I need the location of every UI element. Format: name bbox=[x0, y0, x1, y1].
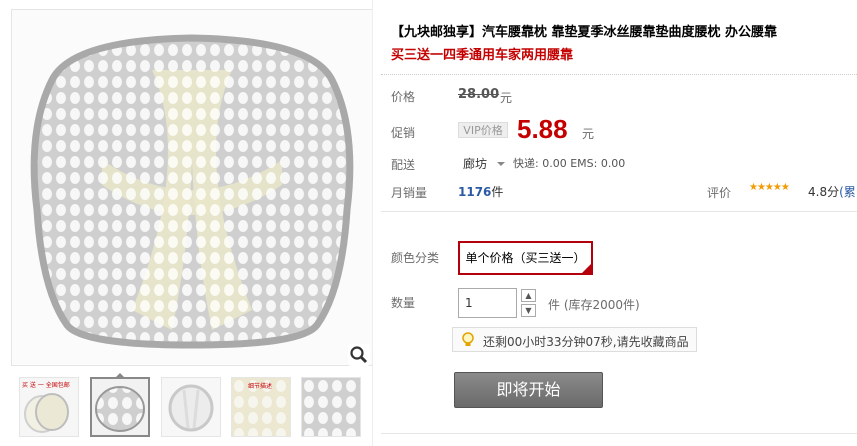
original-price-unit: 元 bbox=[500, 91, 513, 105]
thumbnail-4[interactable]: 细节描述 bbox=[231, 377, 291, 437]
stock-info: 件 (库存2000件) bbox=[548, 298, 640, 312]
delivery-label: 配送 bbox=[391, 158, 416, 172]
promo-price: 5.88 bbox=[517, 114, 568, 144]
rating-score: 4.8分(累 bbox=[808, 183, 856, 200]
lightbulb-icon bbox=[462, 332, 474, 346]
monthly-sales-unit: 件 bbox=[491, 185, 504, 199]
shipping-fees: 快递: 0.00 EMS: 0.00 bbox=[513, 157, 626, 170]
delivery-location-select[interactable]: 廊坊 bbox=[463, 155, 511, 172]
quantity-label: 数量 bbox=[391, 296, 416, 310]
countdown-tip: 还剩00小时33分钟07秒,请先收藏商品 bbox=[452, 327, 697, 352]
selected-check-icon bbox=[582, 264, 591, 273]
monthly-sales-label: 月销量 bbox=[391, 186, 428, 200]
main-product-image[interactable] bbox=[11, 9, 373, 366]
thumbnail-watermark: 细节描述 bbox=[248, 382, 272, 390]
bottom-divider bbox=[381, 433, 857, 434]
title-divider bbox=[381, 74, 857, 75]
color-category-label: 颜色分类 bbox=[391, 251, 440, 265]
product-subtitle: 买三送一四季通用车家两用腰靠 bbox=[391, 48, 574, 63]
thumbnail-2[interactable] bbox=[90, 377, 150, 437]
rating-stars: ★★★★★ bbox=[749, 182, 790, 193]
countdown-text: 还剩00小时33分钟07秒,请先收藏商品 bbox=[483, 335, 689, 349]
price-label: 价格 bbox=[391, 90, 416, 104]
thumbnail-strip: 买 送 一 全国包邮 细节描述 bbox=[11, 373, 373, 446]
thumbnail-1[interactable]: 买 送 一 全国包邮 bbox=[19, 377, 79, 437]
product-title: 【九块邮独享】汽车腰靠枕 靠垫夏季冰丝腰靠垫曲度腰枕 办公腰靠 bbox=[391, 25, 778, 40]
sku-option-label: 单个价格（买三送一） bbox=[465, 251, 586, 265]
quantity-input[interactable]: 1 bbox=[458, 288, 517, 318]
chevron-down-icon bbox=[496, 161, 505, 166]
promo-label: 促销 bbox=[391, 126, 416, 140]
column-divider bbox=[372, 0, 373, 446]
thumbnail-5[interactable] bbox=[301, 377, 361, 437]
sku-option-selected[interactable]: 单个价格（买三送一） bbox=[458, 241, 593, 275]
monthly-sales: 1176件 bbox=[458, 183, 503, 200]
quantity-decrease-button[interactable]: ▼ bbox=[521, 304, 536, 317]
thumbnail-3[interactable] bbox=[161, 377, 221, 437]
quantity-increase-button[interactable]: ▲ bbox=[521, 289, 536, 302]
rating-label: 评价 bbox=[707, 186, 732, 200]
zoom-icon[interactable] bbox=[348, 344, 370, 366]
promo-price-unit: 元 bbox=[582, 127, 595, 141]
delivery-location: 廊坊 bbox=[463, 157, 488, 171]
thumbnail-badge: 买 送 一 全国包邮 bbox=[22, 381, 70, 389]
original-price: 28.00 bbox=[458, 87, 500, 102]
coming-soon-button[interactable]: 即将开始 bbox=[454, 372, 603, 408]
vip-price-tag: VIP价格 bbox=[458, 122, 508, 138]
rating-score-value: 4.8分 bbox=[808, 185, 840, 199]
section-divider bbox=[381, 211, 857, 212]
rating-extra-link[interactable]: (累 bbox=[839, 185, 856, 199]
monthly-sales-count: 1176 bbox=[458, 185, 492, 199]
thumbnail-selected-indicator bbox=[115, 373, 125, 378]
